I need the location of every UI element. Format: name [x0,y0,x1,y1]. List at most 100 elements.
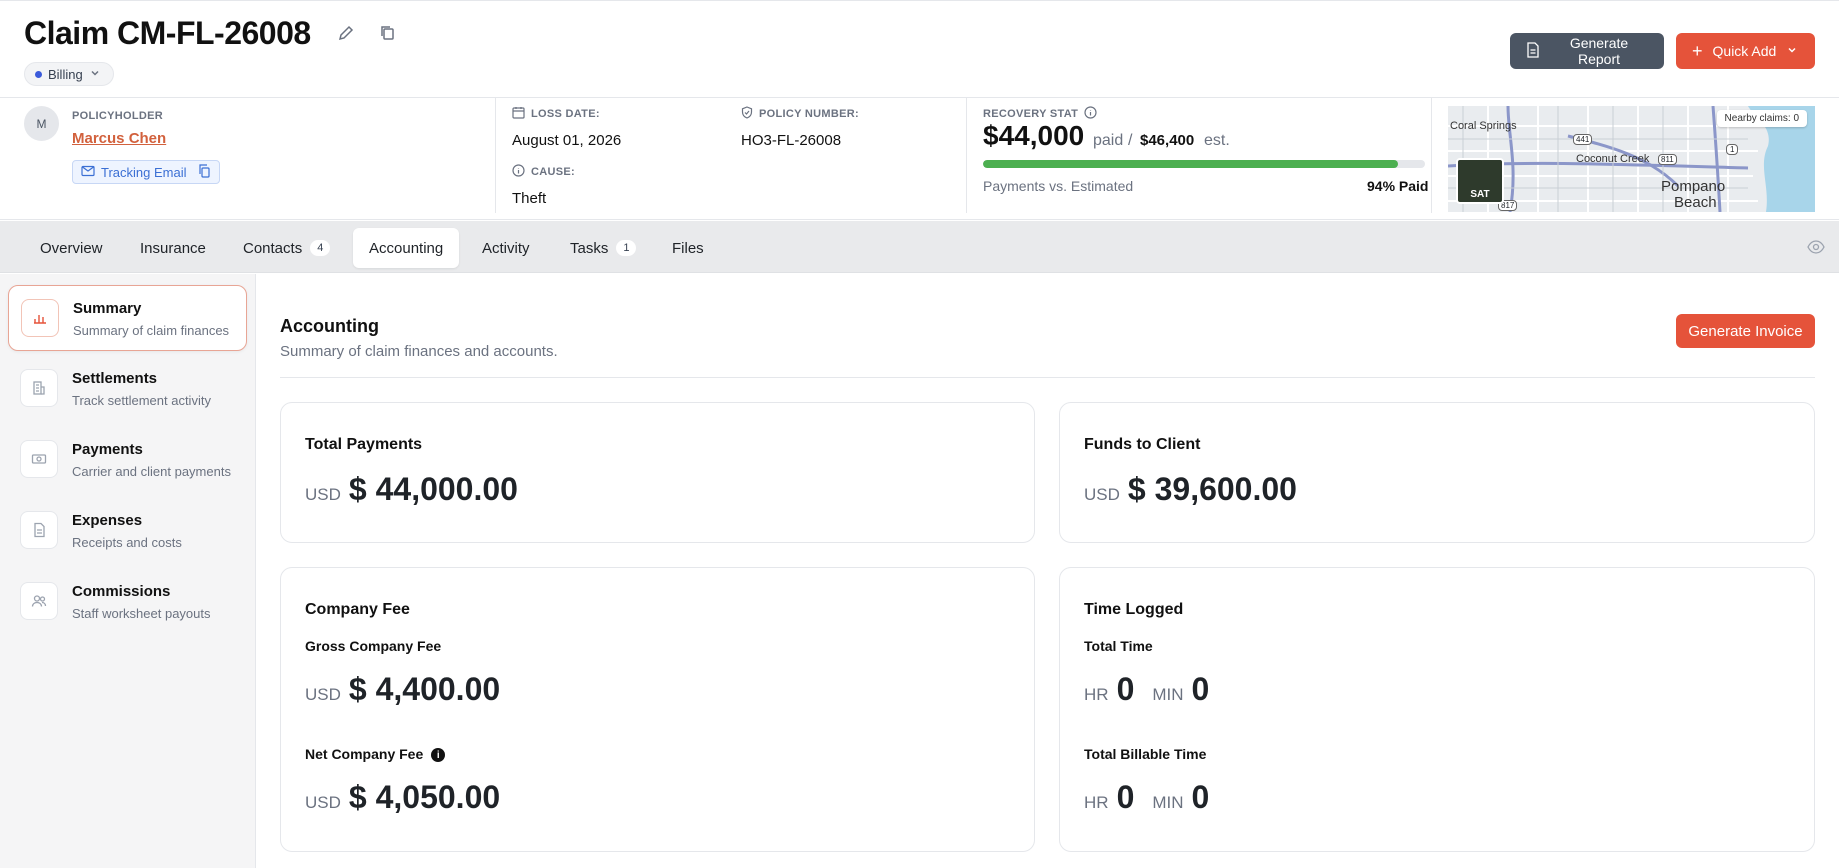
tab-files[interactable]: Files [656,228,720,268]
tab-accounting[interactable]: Accounting [353,228,460,268]
sidebar-item-settlements[interactable]: Settlements Track settlement activity [8,356,247,422]
copy-icon[interactable] [198,163,211,181]
divider [280,377,1815,378]
calendar-icon [512,106,525,122]
receipt-icon [20,511,58,549]
minutes-value: 0 [1191,671,1210,707]
divider [966,98,967,213]
copy-icon[interactable] [378,23,398,43]
mail-icon [81,165,95,180]
sidebar-item-expenses[interactable]: Expenses Receipts and costs [8,498,247,564]
amount-value: $ 44,000.00 [348,471,518,507]
info-circle-icon[interactable] [1084,106,1097,122]
policyholder-name-link[interactable]: Marcus Chen [72,130,166,147]
chevron-down-icon [1786,43,1798,59]
tracking-email-button[interactable]: Tracking Email [72,160,221,184]
tab-label: Activity [482,239,530,257]
net-company-fee-amount: USD $ 4,050.00 [305,779,500,816]
generate-report-button[interactable]: Generate Report [1510,33,1664,69]
tab-insurance[interactable]: Insurance [124,228,222,268]
divider [495,98,496,213]
tab-label: Insurance [140,239,206,257]
location-map[interactable]: Nearby claims: 0 Coral Springs Coconut C… [1448,106,1815,212]
company-fee-card: Company Fee Gross Company Fee USD $ 4,40… [280,567,1035,852]
divider [1431,98,1432,213]
contacts-count-badge: 4 [310,240,331,256]
funds-to-client-card: Funds to Client USD $ 39,600.00 [1059,402,1815,543]
sidebar-item-payments[interactable]: Payments Carrier and client payments [8,427,247,493]
currency-unit: USD [1084,485,1120,504]
card-title: Company Fee [305,601,410,618]
highway-shield-441: 441 [1573,134,1593,145]
status-dot [35,70,42,78]
quick-add-button[interactable]: + Quick Add [1676,33,1815,69]
shield-icon [741,106,753,122]
est-word: est. [1204,132,1230,149]
status-dropdown[interactable]: Billing [24,62,114,86]
card-title: Total Payments [305,436,423,453]
satellite-toggle[interactable]: SAT [1456,158,1504,204]
sidebar-item-subtitle: Track settlement activity [72,393,211,408]
document-icon [1526,41,1540,61]
recovery-paid-amount: $44,000 [983,120,1085,151]
quick-add-label: Quick Add [1712,43,1777,59]
amount-value: $ 4,050.00 [348,779,501,815]
currency-unit: USD [305,485,341,504]
amount-value: $ 39,600.00 [1127,471,1297,507]
minutes-value: 0 [1191,779,1210,815]
plus-icon: + [1692,41,1703,61]
claim-header: Claim CM-FL-26008 Billing Generate Repor… [0,0,1839,98]
funds-to-client-amount: USD $ 39,600.00 [1084,471,1297,508]
tracking-email-label: Tracking Email [101,164,187,180]
hours-value: 0 [1116,671,1135,707]
sidebar-item-subtitle: Receipts and costs [72,535,182,550]
highway-shield-811: 811 [1658,154,1677,165]
edit-pencil-icon[interactable] [336,23,356,43]
eye-icon[interactable] [1807,238,1825,256]
chevron-down-icon [89,67,101,82]
total-payments-amount: USD $ 44,000.00 [305,471,518,508]
sidebar-item-commissions[interactable]: Commissions Staff worksheet payouts [8,569,247,635]
minutes-unit: MIN [1152,793,1184,812]
amount-value: $ 4,400.00 [348,671,501,707]
tab-tasks[interactable]: Tasks 1 [554,228,652,268]
page-title: Claim CM-FL-26008 [24,15,311,51]
info-circle-icon [512,164,525,180]
tab-label: Overview [40,239,103,257]
amount-separator: / [1128,132,1133,149]
tab-bar: Overview Insurance Contacts 4 Accounting … [0,221,1839,273]
sidebar-item-title: Expenses [72,512,143,529]
sidebar-item-subtitle: Carrier and client payments [72,464,231,479]
map-label-pompano: Pompano [1661,178,1726,195]
building-icon [20,369,58,407]
info-icon[interactable]: i [431,748,446,763]
map-label-coral-springs: Coral Springs [1450,120,1517,132]
satellite-toggle-label: SAT [1470,189,1490,200]
cause-value: Theft [512,190,547,207]
total-billable-time-value: HR 0 MIN 0 [1084,779,1219,816]
tab-contacts[interactable]: Contacts 4 [227,228,346,268]
generate-invoice-button[interactable]: Generate Invoice [1676,314,1815,348]
banknote-icon [20,440,58,478]
tab-overview[interactable]: Overview [24,228,119,268]
time-logged-card: Time Logged Total Time HR 0 MIN 0 Total … [1059,567,1815,852]
gross-company-fee-amount: USD $ 4,400.00 [305,671,500,708]
tab-activity[interactable]: Activity [466,228,546,268]
sidebar-item-title: Commissions [72,583,171,600]
minutes-unit: MIN [1152,685,1184,704]
policy-number-value: HO3-FL-26008 [741,132,842,149]
total-payments-card: Total Payments USD $ 44,000.00 [280,402,1035,543]
total-time-value: HR 0 MIN 0 [1084,671,1219,708]
sidebar-item-subtitle: Staff worksheet payouts [72,606,211,621]
percent-paid-label: 94% Paid [1367,178,1429,194]
total-time-label: Total Time [1084,638,1153,654]
tab-label: Tasks [570,239,609,257]
bar-chart-icon [21,299,59,337]
policyholder-label: POLICYHOLDER [72,110,163,122]
hours-unit: HR [1084,685,1109,704]
total-billable-time-label: Total Billable Time [1084,746,1207,762]
accounting-sidebar: Summary Summary of claim finances Settle… [0,274,256,868]
payments-vs-estimated-label: Payments vs. Estimated [983,178,1134,194]
gross-company-fee-label: Gross Company Fee [305,638,442,654]
sidebar-item-summary[interactable]: Summary Summary of claim finances [8,285,247,351]
